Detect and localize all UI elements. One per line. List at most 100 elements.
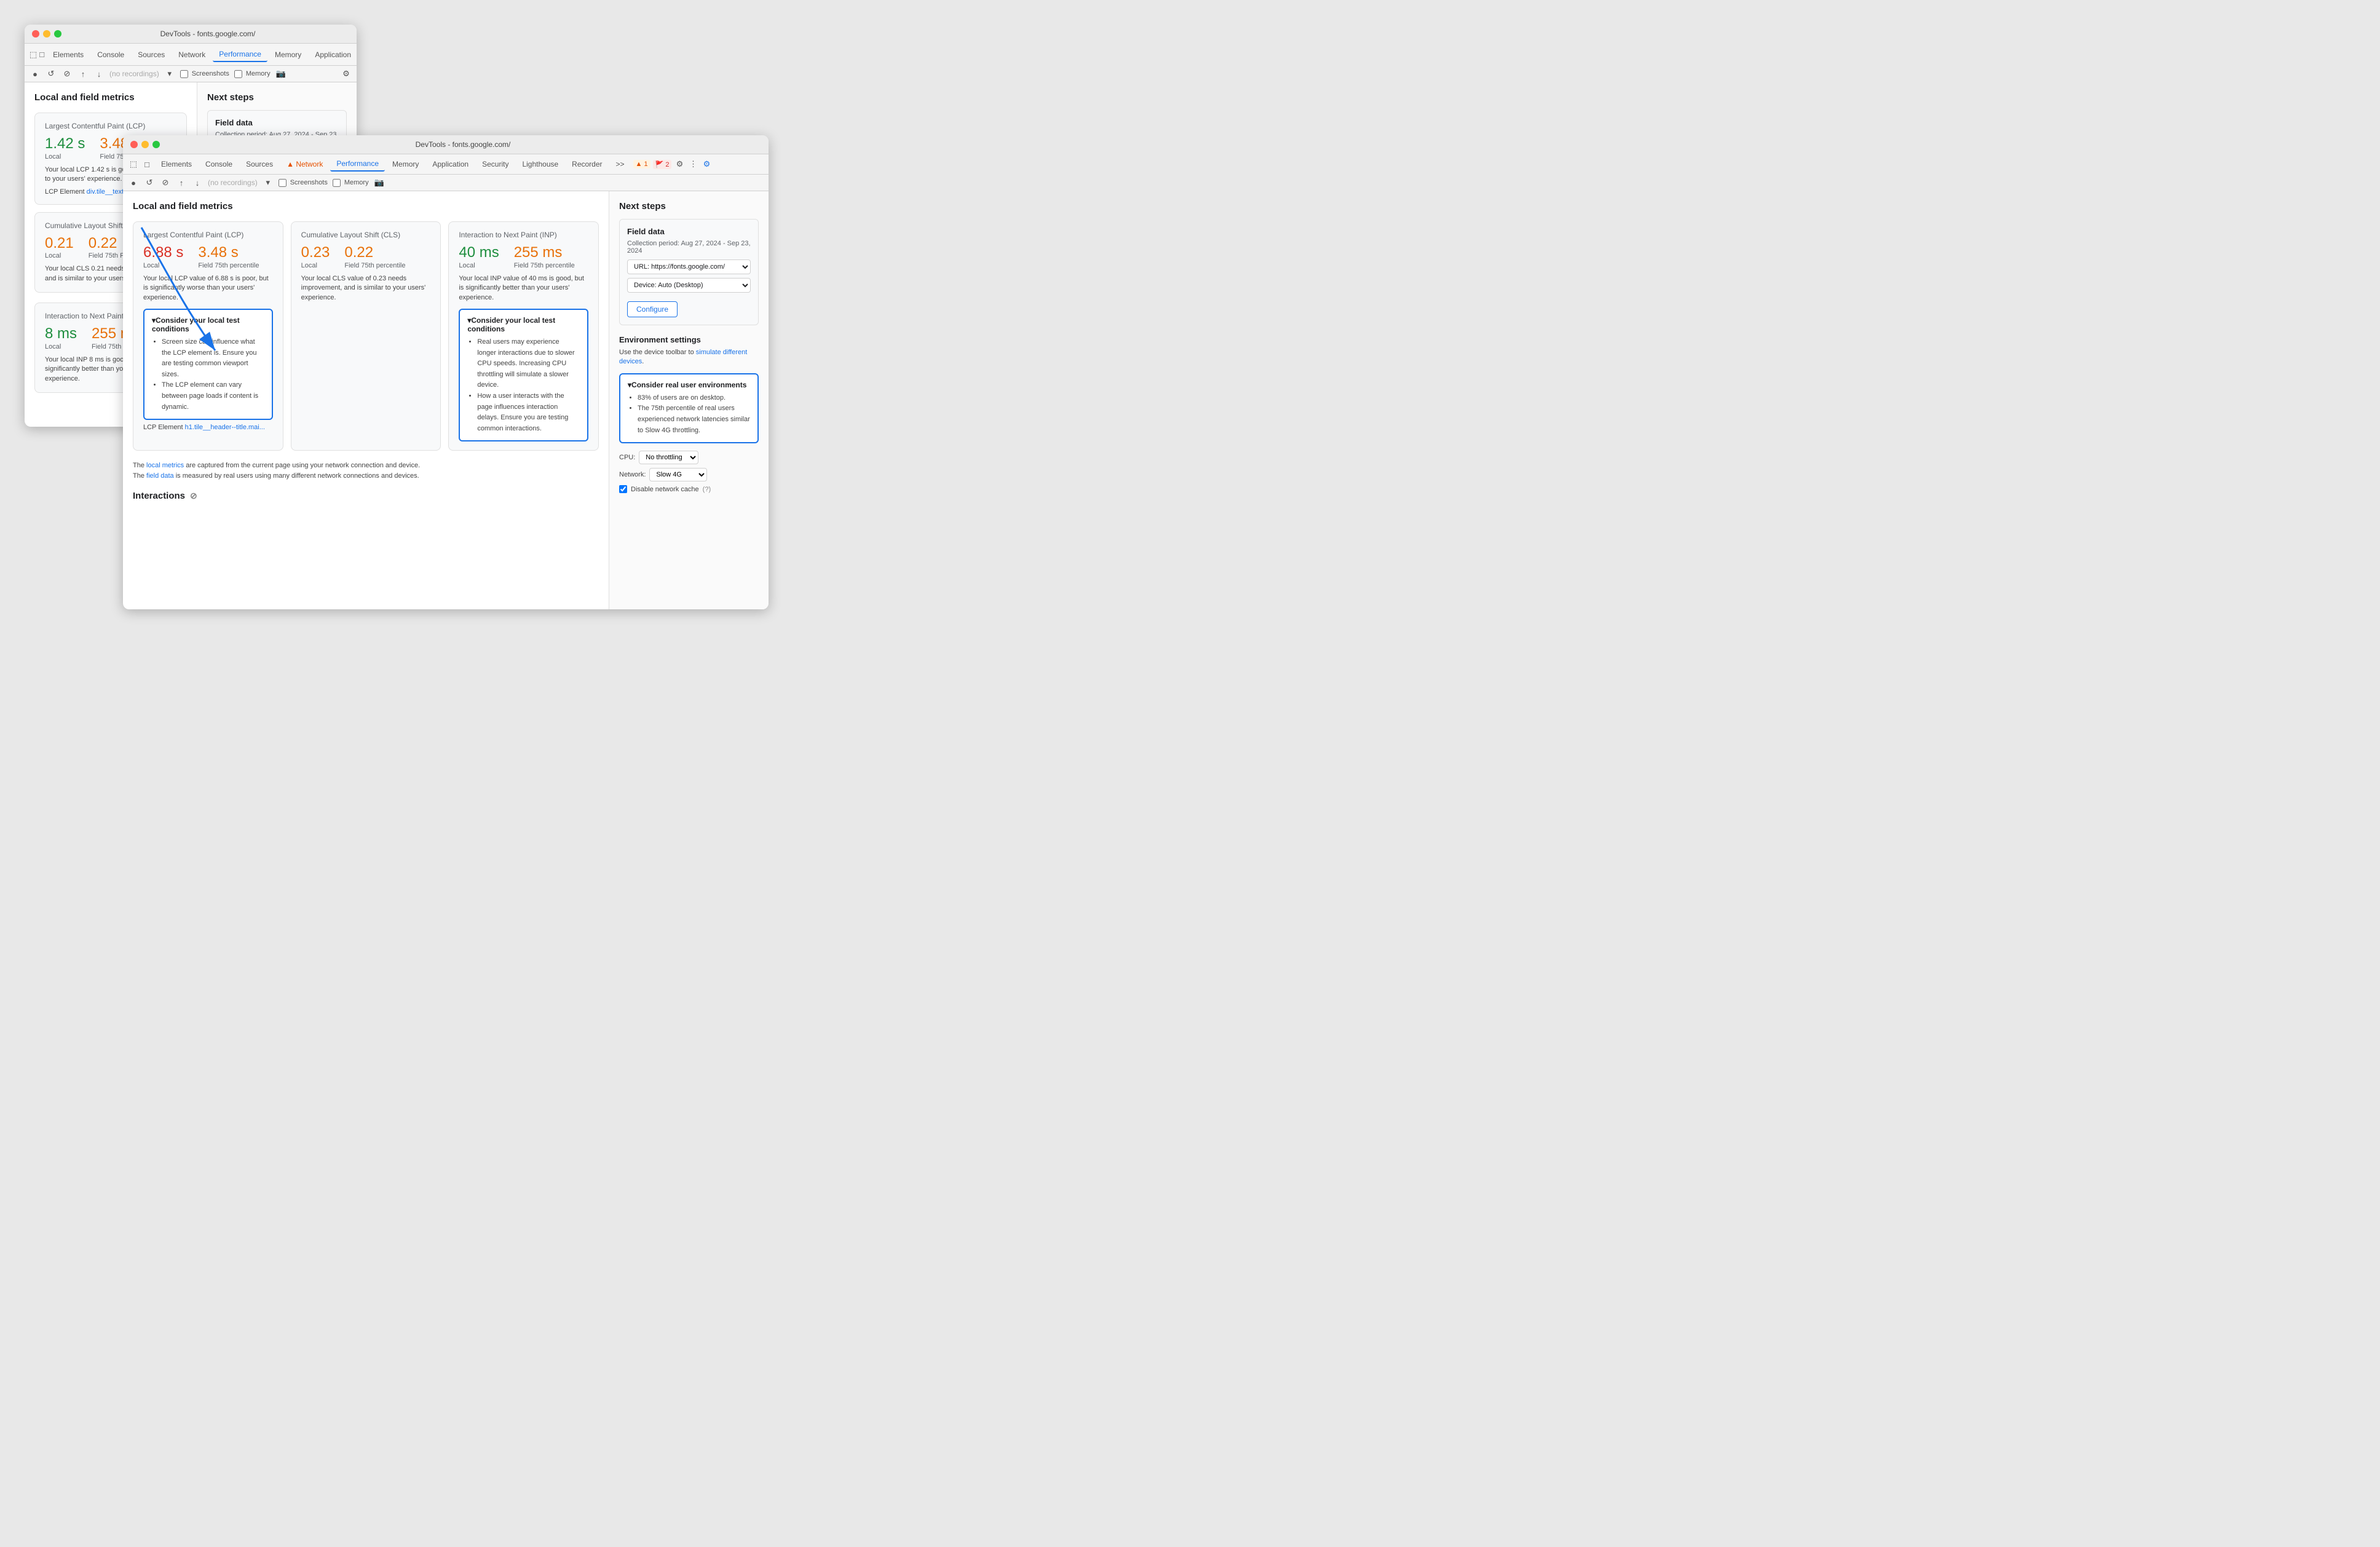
back-dropdown-icon[interactable]: ▾ <box>164 68 175 79</box>
front-cpu-label: CPU: <box>619 454 635 461</box>
front-network-label: Network: <box>619 471 646 478</box>
back-window-title: DevTools - fonts.google.com/ <box>66 30 349 38</box>
front-network-select[interactable]: No throttling Slow 4G Fast 3G <box>649 468 707 481</box>
front-lcp-title: Largest Contentful Paint (LCP) <box>143 231 273 239</box>
front-no-recordings: (no recordings) <box>208 178 258 187</box>
back-memory-checkbox[interactable] <box>234 70 242 78</box>
front-capture-icon[interactable]: 📷 <box>374 177 385 188</box>
front-devtools-window: DevTools - fonts.google.com/ ⬚ □ Element… <box>123 135 769 609</box>
front-field-data-period: Collection period: Aug 27, 2024 - Sep 23… <box>627 240 751 255</box>
front-record-icon[interactable]: ● <box>128 177 139 188</box>
front-recording-bar: ● ↺ ⊘ ↑ ↓ (no recordings) ▾ Screenshots … <box>123 175 769 191</box>
front-tab-more[interactable]: >> <box>610 157 631 171</box>
front-side-panel: Next steps Field data Collection period:… <box>609 191 769 609</box>
front-screenshots-label[interactable]: Screenshots <box>279 179 328 187</box>
front-clear-icon[interactable]: ⊘ <box>160 177 171 188</box>
back-inp-local-group: 8 ms Local <box>45 325 77 350</box>
front-env-settings: Environment settings Use the device tool… <box>619 335 759 493</box>
front-disable-cache-checkbox[interactable] <box>619 485 627 493</box>
back-screenshots-label[interactable]: Screenshots <box>180 70 229 78</box>
maximize-button-back[interactable] <box>54 30 61 38</box>
front-more-icon[interactable]: ⋮ <box>687 159 698 170</box>
back-section-title: Local and field metrics <box>34 92 187 103</box>
minimize-button-front[interactable] <box>141 141 149 148</box>
front-lcp-field-label: Field 75th percentile <box>198 262 259 269</box>
front-configure-button[interactable]: Configure <box>627 301 678 317</box>
front-settings2-icon[interactable]: ⚙ <box>701 159 712 170</box>
back-tab-application[interactable]: Application <box>309 48 357 61</box>
front-tab-memory[interactable]: Memory <box>386 157 425 171</box>
back-record-icon[interactable]: ● <box>30 68 41 79</box>
front-lcp-consider-item-1: The LCP element can vary between page lo… <box>162 380 264 413</box>
device-icon[interactable]: □ <box>39 49 44 60</box>
front-lcp-consider-title: ▾Consider your local test conditions <box>152 316 264 333</box>
front-upload-icon[interactable]: ↑ <box>176 177 187 188</box>
front-tab-recorder[interactable]: Recorder <box>566 157 608 171</box>
front-lcp-desc: Your local LCP value of 6.88 s is poor, … <box>143 274 273 303</box>
front-lcp-consider-item-0: Screen size can influence what the LCP e… <box>162 337 264 380</box>
front-tab-performance[interactable]: Performance <box>330 157 385 172</box>
front-tab-application[interactable]: Application <box>426 157 475 171</box>
front-refresh-icon[interactable]: ↺ <box>144 177 155 188</box>
back-screenshots-checkbox[interactable] <box>180 70 188 78</box>
front-tab-lighthouse[interactable]: Lighthouse <box>516 157 564 171</box>
back-settings2-icon[interactable]: ⚙ <box>341 68 352 79</box>
back-tab-sources[interactable]: Sources <box>132 48 171 61</box>
back-refresh-icon[interactable]: ↺ <box>45 68 57 79</box>
back-tab-memory[interactable]: Memory <box>269 48 307 61</box>
front-memory-checkbox[interactable] <box>333 179 341 187</box>
front-settings-icon[interactable]: ⚙ <box>674 159 685 170</box>
front-main-panel: Local and field metrics Largest Contentf… <box>123 191 609 609</box>
front-consider-real-item-1: The 75th percentile of real users experi… <box>638 403 750 436</box>
back-download-icon[interactable]: ↓ <box>93 68 105 79</box>
front-device-select[interactable]: Device: Auto (Desktop) <box>627 278 751 293</box>
back-capture-icon[interactable]: 📷 <box>275 68 287 79</box>
front-inp-field-label: Field 75th percentile <box>514 262 575 269</box>
front-local-metrics-link[interactable]: local metrics <box>146 462 184 469</box>
front-tab-sources[interactable]: Sources <box>240 157 279 171</box>
back-upload-icon[interactable]: ↑ <box>77 68 89 79</box>
minimize-button-back[interactable] <box>43 30 50 38</box>
back-tab-performance[interactable]: Performance <box>213 47 267 62</box>
traffic-lights-back <box>32 30 61 38</box>
front-screenshots-checkbox[interactable] <box>279 179 287 187</box>
front-lcp-element: LCP Element h1.tile__header--title.mai..… <box>143 424 273 431</box>
front-lcp-element-link[interactable]: h1.tile__header--title.mai... <box>185 424 265 431</box>
back-clear-icon[interactable]: ⊘ <box>61 68 73 79</box>
front-url-select[interactable]: URL: https://fonts.google.com/ <box>627 259 751 274</box>
front-inp-title: Interaction to Next Paint (INP) <box>459 231 588 239</box>
front-inp-consider-item-1: How a user interacts with the page influ… <box>477 391 580 434</box>
close-button-back[interactable] <box>32 30 39 38</box>
front-tab-network[interactable]: ▲ Network <box>280 157 329 171</box>
front-cpu-select[interactable]: No throttling 2x slowdown 4x slowdown 6x… <box>639 451 698 464</box>
back-tab-console[interactable]: Console <box>91 48 130 61</box>
inspect-icon[interactable]: ⬚ <box>30 49 37 60</box>
front-device-icon[interactable]: □ <box>141 159 152 170</box>
front-inp-values: 40 ms Local 255 ms Field 75th percentile <box>459 244 588 269</box>
front-field-data-title: Field data <box>627 227 751 236</box>
back-tab-elements[interactable]: Elements <box>47 48 90 61</box>
front-cls-desc: Your local CLS value of 0.23 needs impro… <box>301 274 431 303</box>
front-dropdown-icon[interactable]: ▾ <box>263 177 274 188</box>
front-lcp-local-value: 6.88 s <box>143 244 183 262</box>
front-cls-local-label: Local <box>301 262 330 269</box>
back-lcp-title: Largest Contentful Paint (LCP) <box>45 122 176 130</box>
close-button-front[interactable] <box>130 141 138 148</box>
front-memory-label[interactable]: Memory <box>333 179 369 187</box>
front-inspect-icon[interactable]: ⬚ <box>128 159 139 170</box>
front-metrics-row: Largest Contentful Paint (LCP) 6.88 s Lo… <box>133 221 599 451</box>
front-nav-tabs: Elements Console Sources ▲ Network Perfo… <box>155 157 631 172</box>
back-memory-label[interactable]: Memory <box>234 70 271 78</box>
front-lcp-field-value: 3.48 s <box>198 244 259 262</box>
front-cls-field-label: Field 75th percentile <box>344 262 405 269</box>
front-lcp-field-group: 3.48 s Field 75th percentile <box>198 244 259 269</box>
back-nav-tabs: Elements Console Sources Network Perform… <box>47 47 357 62</box>
back-tab-network[interactable]: Network <box>172 48 212 61</box>
front-field-data-link[interactable]: field data <box>146 472 174 480</box>
front-lcp-values: 6.88 s Local 3.48 s Field 75th percentil… <box>143 244 273 269</box>
front-tab-elements[interactable]: Elements <box>155 157 198 171</box>
front-download-icon[interactable]: ↓ <box>192 177 203 188</box>
front-tab-console[interactable]: Console <box>199 157 239 171</box>
maximize-button-front[interactable] <box>152 141 160 148</box>
front-tab-security[interactable]: Security <box>476 157 515 171</box>
